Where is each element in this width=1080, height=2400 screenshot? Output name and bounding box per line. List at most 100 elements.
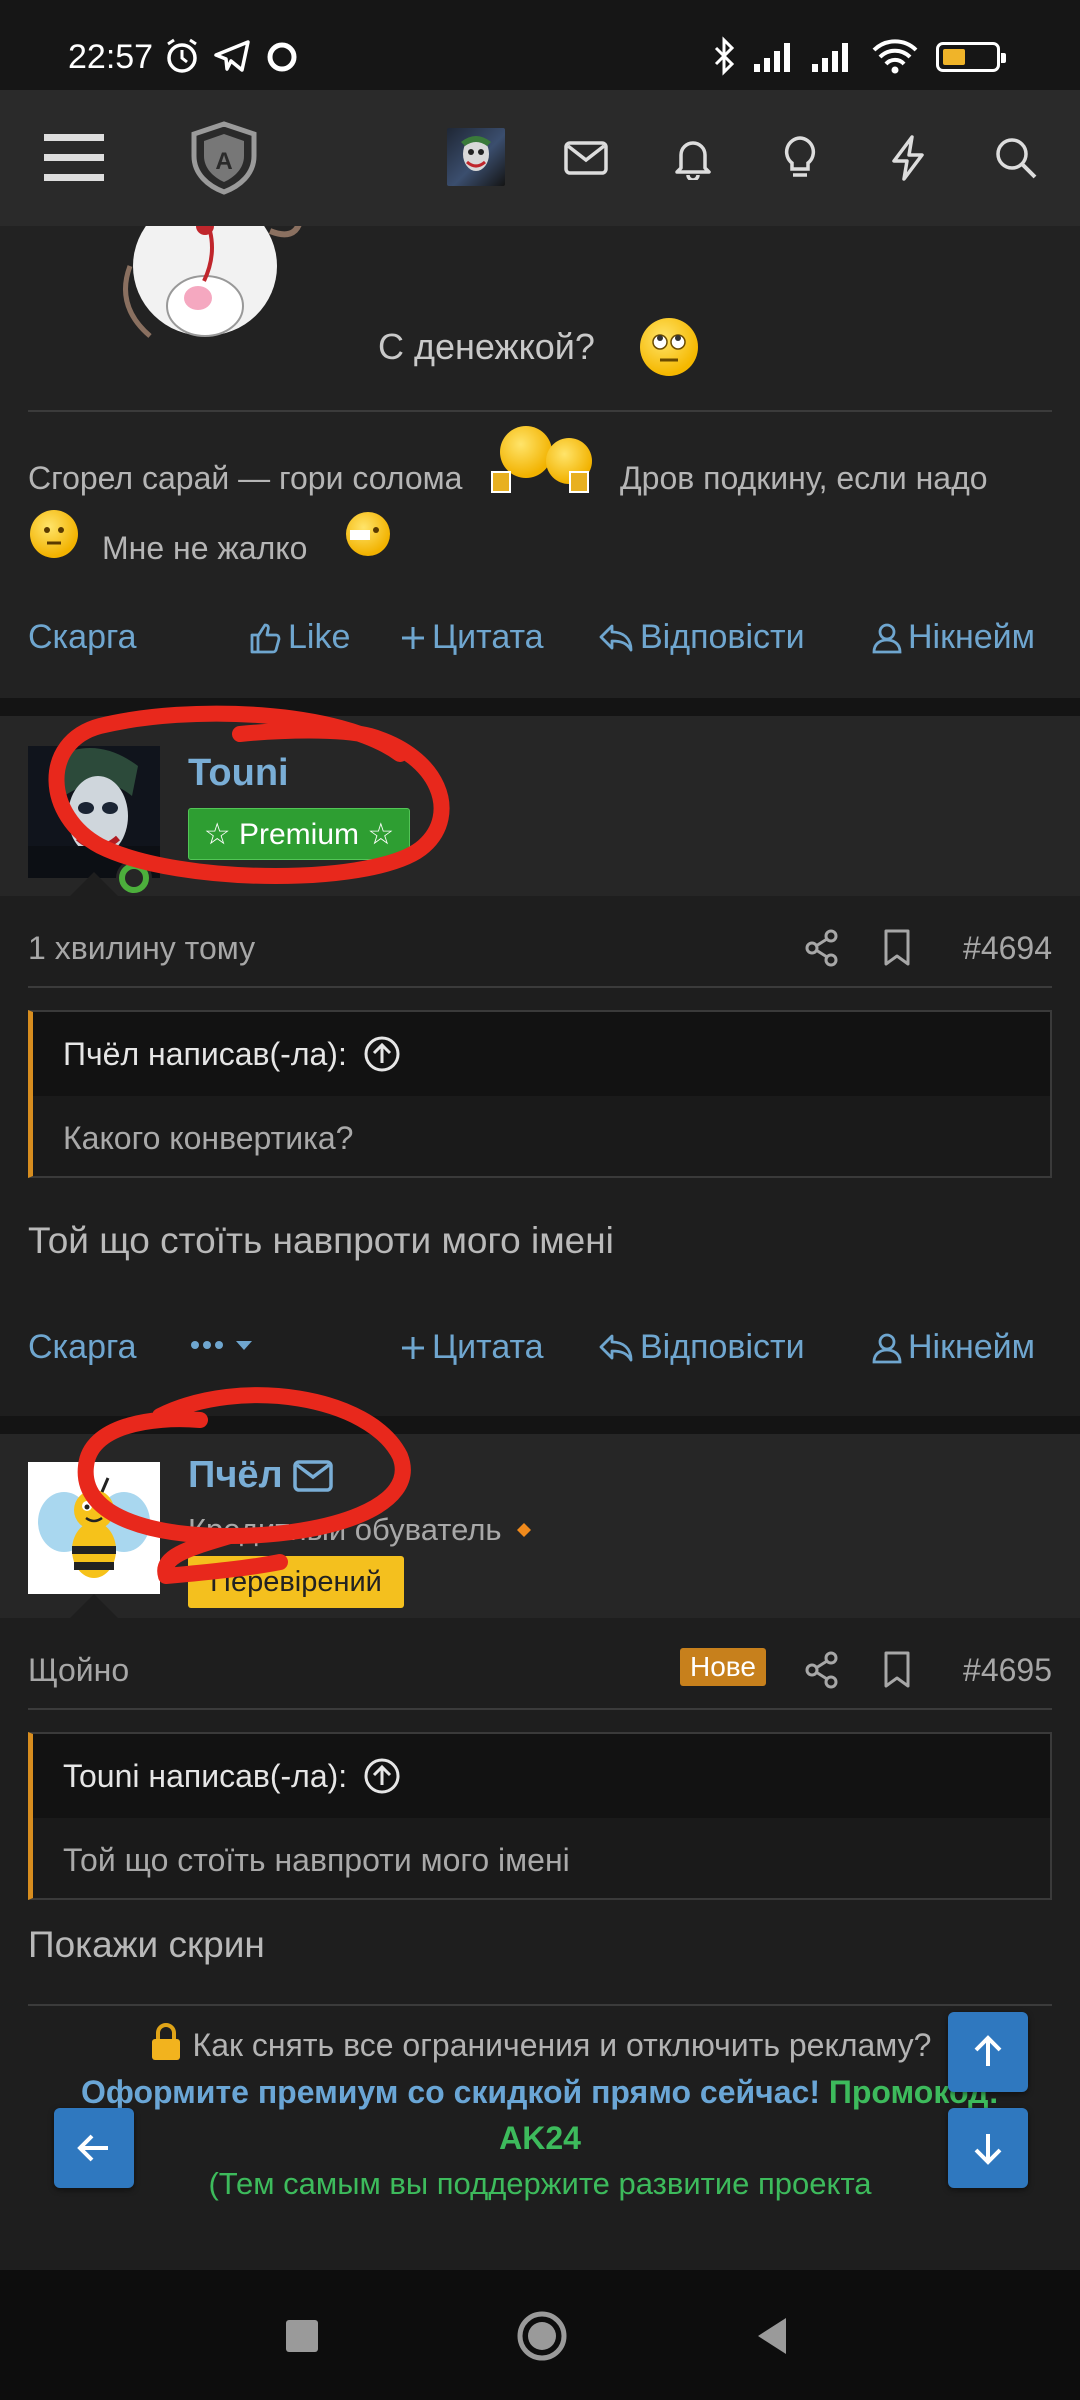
premium-badge: ☆ Premium ☆ [188,808,410,860]
bluetooth-icon [714,36,735,76]
more-menu-button[interactable] [190,1330,260,1360]
verified-badge: Перевірений [188,1556,404,1608]
scroll-up-button[interactable] [948,2012,1028,2092]
quote-author: Touni написав(-ла): [63,1757,348,1794]
user-avatar[interactable] [28,1462,160,1594]
promo-code[interactable]: AK24 [0,2120,1080,2157]
recents-icon[interactable] [284,2318,320,2354]
new-badge: Нове [680,1648,766,1686]
share-icon[interactable] [804,928,840,968]
svg-text:A: A [215,148,232,175]
post-actions: Скарга Like Цитата Відповісти Нікнейм [0,606,1080,666]
back-button[interactable] [54,2108,134,2188]
bookmark-icon[interactable] [882,928,912,968]
quote-header[interactable]: Пчёл написав(-ла): [33,1012,1050,1096]
promo-question: Как снять все ограничения и отключить ре… [0,2022,1080,2070]
lightbulb-icon[interactable] [762,120,838,196]
report-label: Скарга [28,1328,137,1366]
scroll-down-button[interactable] [948,2108,1028,2188]
thread-content: С денежкой? Сгорел сарай — гори солома Д… [0,226,1080,2270]
mail-icon[interactable] [292,1459,333,1492]
quote-header[interactable]: Touni написав(-ла): [33,1734,1050,1818]
post-time[interactable]: Щойно [28,1652,129,1689]
reply-icon [599,1334,633,1361]
promo-offer-text: Оформите премиум со скидкой прямо сейчас… [80,2074,820,2110]
post-actions: Скарга Цитата Відповісти Нікнейм [0,1316,1080,1376]
bolt-icon[interactable] [870,120,946,196]
cat-sticker [123,226,302,338]
search-icon[interactable] [978,120,1054,196]
smile-emoji [30,510,78,558]
reply-button[interactable]: Відповісти [598,618,805,657]
arrow-up-circle-icon[interactable] [363,1035,401,1073]
plus-icon [402,1336,424,1359]
post-time[interactable]: 1 хвилину тому [28,930,255,967]
meta-divider [28,1708,1052,1710]
back-nav-icon[interactable] [754,2316,790,2356]
avatar[interactable] [447,128,505,186]
report-label: Скарга [28,618,137,656]
battery-icon [936,42,1006,72]
quote-button[interactable]: Цитата [400,618,544,657]
quote-text: Какого конвертика? [63,1120,354,1156]
quote-button[interactable]: Цитата [400,1328,544,1367]
post-number[interactable]: #4694 [963,930,1052,967]
share-icon[interactable] [804,1650,840,1690]
arrow-up-icon [974,2035,1002,2066]
user-pointer [70,872,118,896]
bell-icon[interactable] [655,120,731,196]
user-block-touni: Touni ☆ Premium ☆ [0,716,1080,896]
meta-divider [28,986,1052,988]
quote-label: Цитата [432,618,544,656]
menu-icon[interactable] [36,120,112,196]
post-number[interactable]: #4695 [963,1652,1052,1689]
online-status-icon [116,860,152,896]
like-label: Like [288,618,351,656]
signal-icon [754,43,790,72]
quote-label: Цитата [432,1328,544,1366]
site-logo[interactable]: A [186,120,262,196]
quote-block: Пчёл написав(-ла): Какого конвертика? [28,1010,1052,1178]
username-row[interactable]: Пчёл [188,1454,333,1497]
user-title: Кредитный обуватель [188,1512,502,1547]
promo-divider [28,2004,1052,2006]
report-link[interactable]: Скарга [28,1328,137,1367]
bookmark-icon[interactable] [882,1650,912,1690]
reply-label: Відповісти [640,1328,805,1366]
arrow-down-icon [974,2134,1002,2165]
arrow-up-circle-icon[interactable] [363,1757,401,1795]
report-link[interactable]: Скарга [28,618,137,657]
nickname-label: Нікнейм [908,618,1036,656]
reply-label: Відповісти [640,618,805,656]
signal-icon [812,43,848,72]
signature-text: Сгорел сарай — гори солома [28,460,463,496]
signature-text: Мне не жалко [102,530,308,566]
nickname-button[interactable]: Нікнейм [872,618,1035,657]
reply-button[interactable]: Відповісти [598,1328,805,1367]
user-icon [872,623,902,653]
quote-text: Той що стоїть навпроти мого імені [63,1842,570,1878]
username[interactable]: Touni [188,752,289,795]
promo-offer[interactable]: Оформите премиум со скидкой прямо сейчас… [0,2074,1080,2111]
lock-icon [149,2022,183,2070]
quote-author: Пчёл написав(-ла): [63,1035,347,1072]
arrow-left-icon [77,2134,108,2162]
quote-block: Touni написав(-ла): Той що стоїть навпро… [28,1732,1052,1900]
more-dots-icon [191,1341,252,1350]
nickname-button[interactable]: Нікнейм [872,1328,1035,1367]
alarm-icon [167,38,197,73]
promo-question-text: Как снять все ограничения и отключить ре… [192,2027,932,2063]
promo-support: (Тем самым вы поддержите развитие проект… [208,2166,872,2201]
telegram-icon [214,40,250,72]
home-icon[interactable] [516,2310,568,2362]
thumbs-up-icon [250,623,281,653]
circle-icon [267,42,297,72]
username[interactable]: Пчёл [188,1454,283,1497]
mail-icon[interactable] [548,120,624,196]
post-separator [0,1416,1080,1434]
like-button[interactable]: Like [248,618,350,657]
nickname-label: Нікнейм [908,1328,1036,1366]
user-pointer [70,1594,118,1618]
system-navigation-bar [0,2270,1080,2400]
signature-divider [28,410,1052,412]
